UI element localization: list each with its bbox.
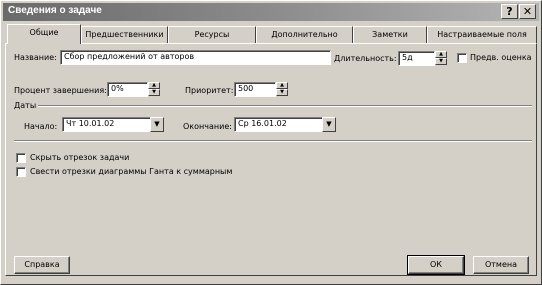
- duration-input[interactable]: 5д: [398, 51, 435, 66]
- close-button[interactable]: ✕: [519, 4, 536, 19]
- cancel-button[interactable]: Отмена: [473, 256, 529, 274]
- help-title-button[interactable]: ?: [501, 4, 518, 19]
- tab-custom-fields[interactable]: Настраиваемые поля: [427, 26, 537, 43]
- tab-predecessors[interactable]: Предшественники: [81, 26, 168, 43]
- name-input[interactable]: Сбор предложений от авторов: [60, 50, 331, 65]
- duration-spinner[interactable]: ▲ ▼: [435, 51, 447, 66]
- estimated-checkbox[interactable]: [457, 53, 467, 63]
- start-label: Начало:: [24, 122, 58, 131]
- rollup-label: Свести отрезки диаграммы Ганта к суммарн…: [30, 167, 233, 176]
- start-dropdown-icon[interactable]: ▼: [150, 117, 164, 132]
- tab-strip: Общие Предшественники Ресурсы Дополнител…: [5, 24, 537, 44]
- help-button[interactable]: Справка: [14, 256, 70, 274]
- spin-up-icon[interactable]: ▲: [276, 82, 288, 89]
- tab-notes[interactable]: Заметки: [353, 26, 427, 43]
- estimated-label: Предв. оценка: [470, 53, 532, 62]
- hide-bar-label: Скрыть отрезок задачи: [30, 153, 130, 162]
- spin-down-icon[interactable]: ▼: [435, 58, 447, 65]
- percent-spinner[interactable]: ▲ ▼: [148, 82, 160, 97]
- ok-button[interactable]: ОК: [407, 255, 465, 275]
- finish-date-input[interactable]: Ср 16.01.02: [234, 117, 324, 132]
- finish-dropdown-icon[interactable]: ▼: [322, 117, 336, 132]
- spin-down-icon[interactable]: ▼: [148, 89, 160, 96]
- title-bar[interactable]: Сведения о задаче ? ✕: [3, 3, 539, 21]
- priority-input[interactable]: 500: [234, 82, 276, 97]
- general-tab-panel: Название: Сбор предложений от авторов Дл…: [5, 43, 537, 276]
- priority-label: Приоритет:: [185, 86, 234, 95]
- dates-group-label: Даты: [14, 101, 37, 110]
- dates-divider: [38, 105, 532, 107]
- priority-spinner[interactable]: ▲ ▼: [276, 82, 288, 97]
- options-divider: [14, 140, 532, 142]
- start-date-input[interactable]: Чт 10.01.02: [62, 117, 152, 132]
- percent-complete-label: Процент завершения:: [14, 86, 107, 95]
- finish-label: Окончание:: [183, 122, 232, 131]
- spin-up-icon[interactable]: ▲: [148, 82, 160, 89]
- spin-up-icon[interactable]: ▲: [435, 51, 447, 58]
- rollup-checkbox[interactable]: [16, 167, 26, 177]
- tab-advanced[interactable]: Дополнительно: [256, 26, 353, 43]
- tab-general[interactable]: Общие: [7, 24, 81, 44]
- dialog-title: Сведения о задаче: [8, 5, 102, 16]
- name-label: Название:: [14, 53, 57, 62]
- duration-label: Длительность:: [334, 54, 397, 63]
- spin-down-icon[interactable]: ▼: [276, 89, 288, 96]
- hide-bar-checkbox[interactable]: [16, 153, 26, 163]
- percent-complete-input[interactable]: 0%: [107, 82, 148, 97]
- tab-resources[interactable]: Ресурсы: [168, 26, 256, 43]
- task-info-dialog: Сведения о задаче ? ✕ Общие Предшественн…: [0, 0, 542, 285]
